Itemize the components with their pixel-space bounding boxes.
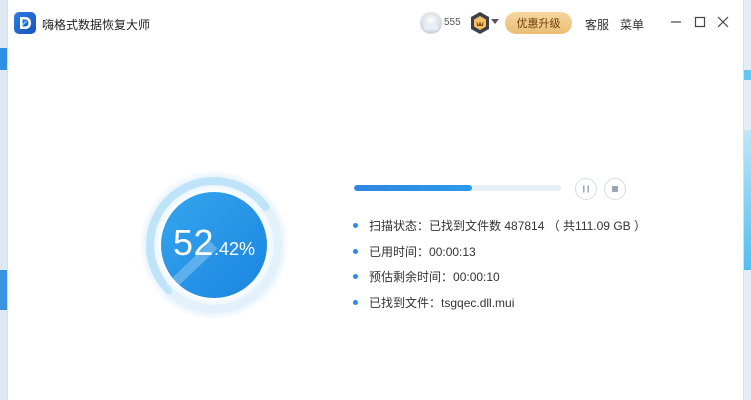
- scan-status-label: 扫描状态：: [369, 219, 430, 233]
- scan-progress-ring: 52.42%: [139, 170, 289, 320]
- scan-info-list: 扫描状态：已找到文件数 487814 （ 共111.09 GB ） 已用时间：0…: [352, 217, 646, 319]
- percent-decimal: .42%: [214, 239, 256, 259]
- found-file-label: 已找到文件：: [369, 295, 442, 310]
- support-link[interactable]: 客服: [585, 16, 609, 33]
- scan-progress-fill: [354, 185, 472, 191]
- background-stripe: [743, 130, 751, 270]
- elapsed-time-row: 已用时间：00:00:13: [352, 243, 646, 269]
- maximize-icon[interactable]: [692, 14, 708, 30]
- stop-icon: [612, 186, 618, 192]
- percent-integer: 52: [172, 222, 214, 263]
- background-window-right: [743, 0, 751, 400]
- minimize-icon[interactable]: [668, 14, 684, 30]
- remaining-time-label: 预估剩余时间：: [369, 270, 454, 284]
- menu-link[interactable]: 菜单: [620, 16, 644, 33]
- pause-icon: [583, 185, 589, 193]
- close-icon[interactable]: [715, 14, 731, 30]
- remaining-time-value: 00:00:10: [453, 270, 500, 284]
- app-window: 嗨格式数据恢复大师 555 优惠升级 客服 菜单 52.42% 扫描状态：已找到…: [7, 0, 744, 400]
- scan-status-row: 扫描状态：已找到文件数 487814 （ 共111.09 GB ）: [352, 217, 646, 243]
- scan-status-value: 已找到文件数 487814 （ 共111.09 GB ）: [429, 219, 646, 233]
- vip-badge-icon[interactable]: [469, 11, 491, 35]
- stop-button[interactable]: [604, 178, 626, 200]
- app-title: 嗨格式数据恢复大师: [42, 18, 151, 32]
- elapsed-time-value: 00:00:13: [429, 244, 476, 259]
- user-avatar[interactable]: [420, 12, 442, 34]
- pause-button[interactable]: [575, 178, 597, 200]
- background-stripe: [743, 70, 751, 80]
- found-file-value: tsgqec.dll.mui: [441, 295, 515, 310]
- found-file-row: 已找到文件：tsgqec.dll.mui: [352, 294, 646, 320]
- app-logo-icon: [14, 12, 36, 34]
- title-bar: 嗨格式数据恢复大师 555 优惠升级 客服 菜单: [8, 0, 743, 46]
- scan-percentage: 52.42%: [139, 222, 289, 264]
- chevron-down-icon[interactable]: [491, 19, 499, 24]
- upgrade-button[interactable]: 优惠升级: [505, 12, 572, 34]
- elapsed-time-label: 已用时间：: [369, 244, 430, 259]
- scan-progress-bar: [354, 185, 561, 191]
- remaining-time-row: 预估剩余时间：00:00:10: [352, 268, 646, 294]
- user-id[interactable]: 555: [444, 17, 461, 28]
